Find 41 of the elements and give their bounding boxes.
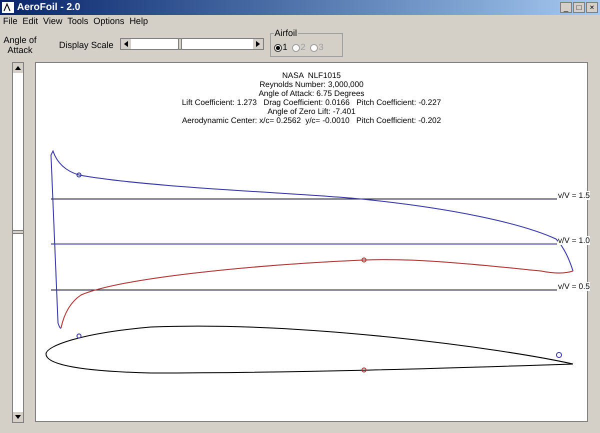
menu-item[interactable]: Help <box>129 15 148 29</box>
reference-line-label: v/V = 1.0 <box>558 236 590 245</box>
menu-item[interactable]: Edit <box>22 15 38 29</box>
menu-item[interactable]: Options <box>93 15 124 29</box>
info-text: Angle of Zero Lift: -7.401 <box>267 107 356 116</box>
angle-of-attack-label: Angle of Attack <box>2 35 38 55</box>
marker-icon <box>362 368 366 372</box>
reference-line-label: v/V = 1.5 <box>558 191 590 200</box>
reference-line-label: v/V = 0.5 <box>558 282 590 291</box>
info-text: Aerodynamic Center: x/c= 0.2562 y/c= -0.0010 Pitch Coefficient: -0.202 <box>182 116 442 125</box>
close-button[interactable]: × <box>586 2 598 13</box>
marker-icon <box>362 258 366 262</box>
maximize-button[interactable]: □ <box>573 2 585 13</box>
slider-thumb[interactable] <box>178 39 182 49</box>
down-arrow-icon <box>15 415 21 419</box>
marker-icon <box>76 334 82 338</box>
info-text: Lift Coefficient: 1.273 Drag Coefficient: 0.0166 Pitch Coefficient: -0.227 <box>182 98 442 107</box>
scroll-left-button[interactable] <box>120 39 131 49</box>
minimize-button[interactable]: _ <box>560 2 572 13</box>
display-scale-label: Display Scale <box>59 39 114 52</box>
scroll-up-button[interactable] <box>13 63 23 73</box>
scroll-down-button[interactable] <box>13 412 23 422</box>
info-text: Reynolds Number: 3,000,000 <box>259 80 364 89</box>
info-text: Angle of Attack: 6.75 Degrees <box>258 89 364 98</box>
airfoil-group-title: Airfoil <box>274 28 298 38</box>
left-arrow-icon <box>124 41 128 47</box>
marker-icon <box>556 352 562 358</box>
menu-item[interactable]: View <box>43 15 62 29</box>
app-icon <box>2 2 14 13</box>
menu-item[interactable]: Tools <box>67 15 88 29</box>
marker-icon <box>76 172 82 178</box>
window-title: AeroFoil - 2.0 <box>17 1 80 15</box>
up-arrow-icon <box>15 66 21 70</box>
scroll-right-button[interactable] <box>252 39 263 49</box>
slider-thumb[interactable] <box>13 230 23 234</box>
menu-item[interactable]: File <box>3 15 18 29</box>
info-text: NASA NLF1015 <box>282 71 341 80</box>
radio-button[interactable]: 1 <box>274 41 288 54</box>
display-scale-slider[interactable] <box>120 38 264 50</box>
right-arrow-icon <box>256 41 260 47</box>
angle-of-attack-slider[interactable] <box>12 62 24 423</box>
